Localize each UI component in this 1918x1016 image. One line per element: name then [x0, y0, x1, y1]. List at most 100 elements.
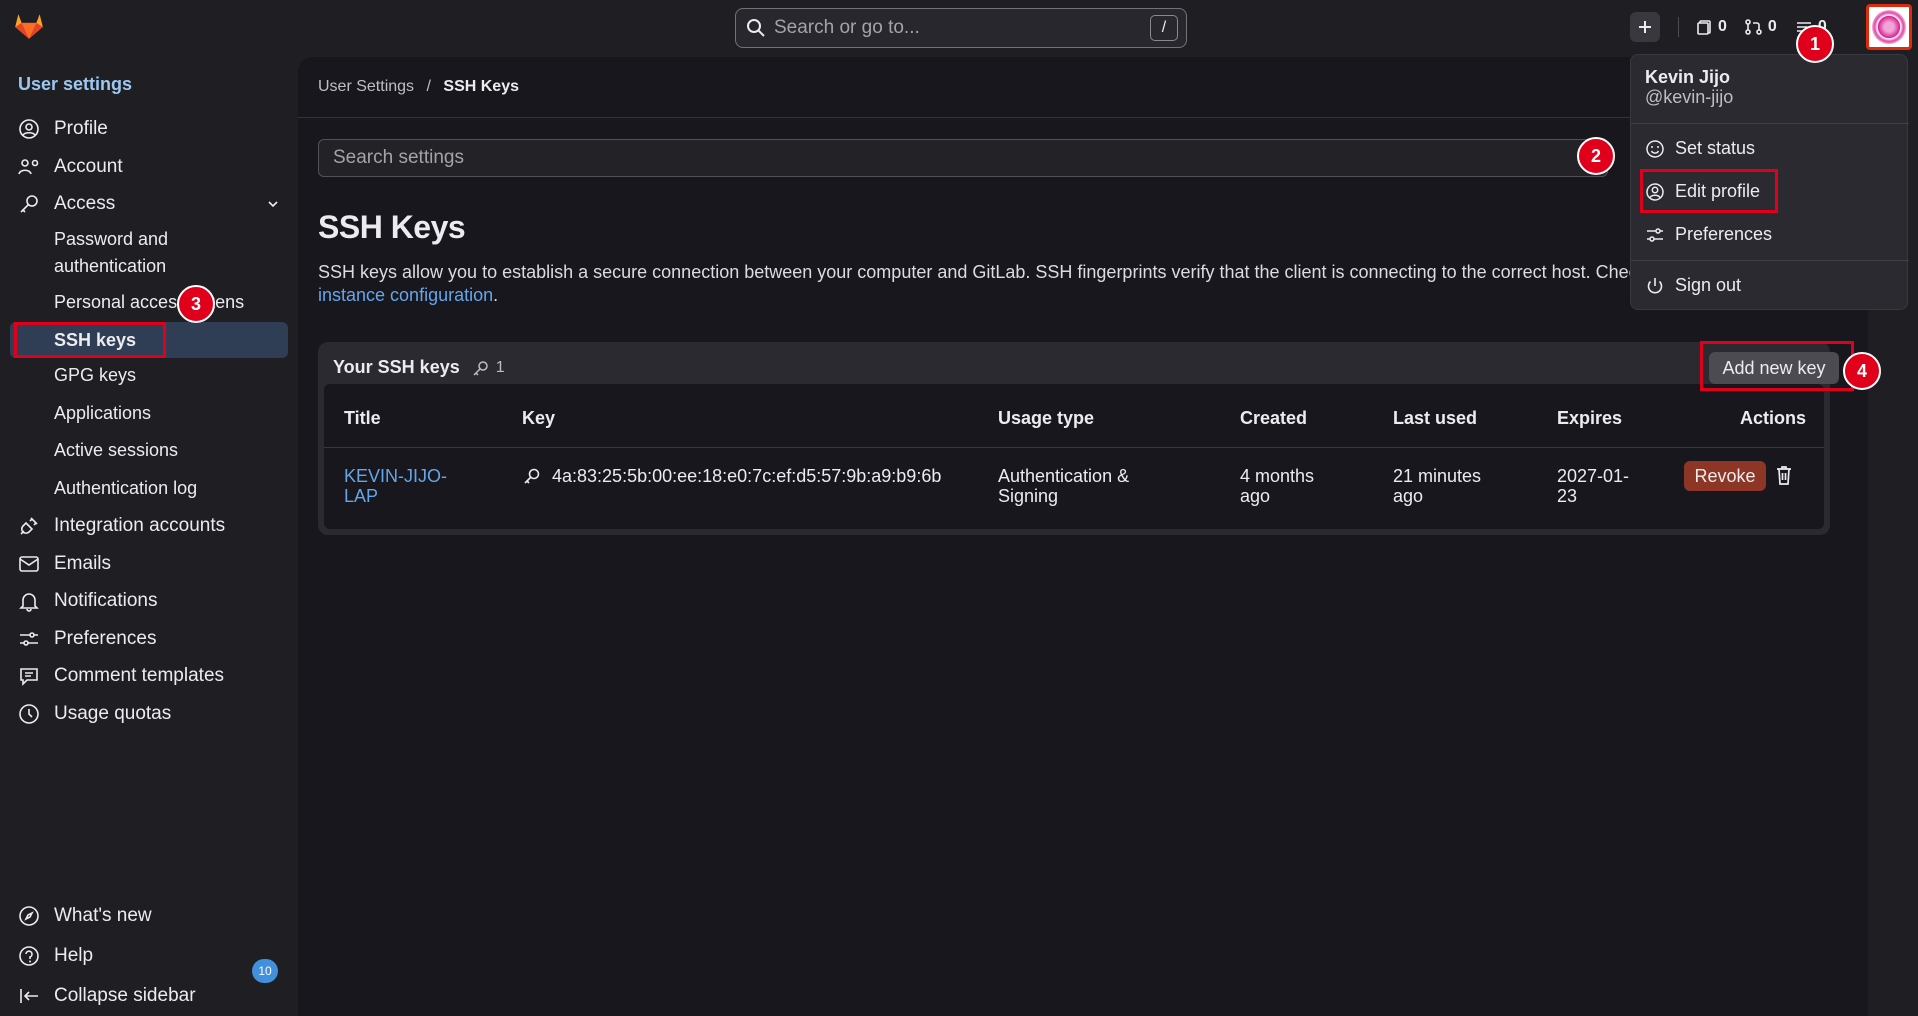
usage-type-line: Authentication & [998, 466, 1130, 486]
collapse-sidebar-icon [20, 989, 38, 1003]
help-icon [19, 946, 39, 966]
annotation-marker-2: 2 [1577, 137, 1615, 175]
mail-icon [19, 556, 39, 572]
merge-request-icon [1745, 19, 1762, 35]
table-header-key: Key [522, 408, 556, 428]
annotation-marker-1: 1 [1796, 25, 1834, 63]
compass-icon [19, 906, 39, 926]
sidebar-item-emails[interactable]: Emails [18, 553, 111, 575]
description-link-line: instance configuration. [318, 285, 498, 306]
ssh-keys-table: Title Key Usage type Created Last used E… [324, 384, 1824, 529]
expires-line: 23 [1557, 486, 1578, 506]
search-shortcut-key: / [1150, 15, 1178, 41]
sidebar-subitem-applications[interactable]: Applications [54, 400, 151, 427]
sidebar-item-usage-quotas[interactable]: Usage quotas [18, 703, 171, 725]
whats-new-count-badge: 10 [252, 959, 278, 983]
trash-icon[interactable] [1774, 464, 1794, 486]
user-menu-name[interactable]: Kevin Jijo [1645, 67, 1730, 88]
sidebar-item-comment-templates[interactable]: Comment templates [18, 665, 224, 687]
sidebar-item-account[interactable]: Account [18, 156, 123, 178]
sidebar-subitem-active-sessions[interactable]: Active sessions [54, 437, 178, 464]
whats-new-label: What's new [54, 905, 152, 926]
search-placeholder: Search or go to... [774, 17, 920, 38]
ssh-key-title-line: LAP [344, 486, 379, 506]
help-button[interactable]: Help [18, 945, 93, 967]
created-line: 4 months [1240, 466, 1315, 486]
whats-new-button[interactable]: What's new [18, 905, 152, 927]
sidebar-subitem-password[interactable]: Password and authentication [54, 226, 274, 280]
create-new-button[interactable] [1630, 12, 1660, 42]
expires-line: 2027-01- [1557, 466, 1630, 486]
gitlab-logo-icon[interactable] [12, 8, 46, 42]
ssh-keys-card: Your SSH keys 1 Add new key Title Key Us… [318, 341, 1854, 535]
merge-requests-count: 0 [1767, 18, 1777, 35]
last-used-line: ago [1393, 486, 1424, 506]
sidebar-item-label: Comment templates [54, 665, 225, 686]
sidebar-item-label: Notifications [54, 590, 158, 611]
revoke-button[interactable]: Revoke [1684, 461, 1766, 491]
table-header-expires: Expires [1557, 408, 1623, 428]
sidebar-item-label: Profile [54, 118, 108, 139]
last-used-line: 21 minutes [1393, 466, 1482, 486]
annotation-box-ssh-keys [14, 322, 166, 358]
avatar-image [1872, 10, 1906, 44]
user-avatar-button[interactable] [1866, 4, 1912, 50]
smiley-icon [1646, 139, 1664, 158]
issues-counter[interactable]: 0 [1697, 18, 1727, 36]
page-description: SSH keys allow you to establish a secure… [318, 262, 1638, 282]
instance-configuration-link[interactable]: instance configuration [318, 285, 493, 305]
ssh-key-count-value: 1 [495, 358, 505, 376]
breadcrumb-user-settings[interactable]: User Settings [318, 78, 414, 95]
settings-search-input[interactable]: Search settings [318, 139, 1608, 177]
merge-requests-counter[interactable]: 0 [1745, 18, 1777, 36]
power-icon [1647, 277, 1663, 293]
quota-icon [19, 704, 39, 724]
breadcrumb: User Settings / SSH Keys [318, 78, 519, 96]
sidebar-subitem-authentication-log[interactable]: Authentication log [54, 475, 197, 502]
sidebar-subitem-personal-access-tokens[interactable]: Personal access tokens [54, 289, 244, 316]
divider [1631, 123, 1909, 124]
search-icon [747, 19, 765, 37]
sidebar-item-profile[interactable]: Profile [18, 118, 108, 140]
collapse-sidebar-button[interactable]: Collapse sidebar [18, 985, 196, 1007]
table-header-title: Title [344, 408, 381, 428]
plug-icon [20, 517, 38, 535]
sidebar-item-label: Preferences [54, 628, 157, 649]
key-icon [524, 468, 540, 484]
sidebar-title: User settings [18, 74, 133, 94]
divider [1678, 17, 1679, 37]
ssh-key-usage-type: Authentication & Signing [998, 466, 1129, 506]
sidebar-item-access[interactable]: Access [18, 193, 280, 215]
breadcrumb-current: SSH Keys [443, 78, 519, 95]
key-icon [20, 195, 38, 213]
top-bar: Search or go to... / 0 0 0 [0, 0, 1918, 54]
divider [324, 447, 1824, 448]
card-header: Your SSH keys 1 [333, 357, 505, 378]
ssh-key-created: 4 months ago [1240, 466, 1314, 506]
sidebar-subitem-gpg-keys[interactable]: GPG keys [54, 362, 136, 389]
bell-icon [19, 593, 39, 612]
preferences-menu-item[interactable]: Preferences [1645, 224, 1772, 245]
ssh-key-count: 1 [472, 359, 505, 377]
sidebar: User settings Profile Account Access Pas… [0, 54, 298, 1016]
ssh-key-fingerprint-value: 4a:83:25:5b:00:ee:18:e0:7c:ef:d5:57:9b:a… [552, 466, 942, 486]
global-search-input[interactable]: Search or go to... / [735, 8, 1187, 48]
sidebar-item-notifications[interactable]: Notifications [18, 590, 158, 612]
created-line: ago [1240, 486, 1271, 506]
divider [1631, 260, 1909, 261]
ssh-key-last-used: 21 minutes ago [1393, 466, 1481, 506]
chevron-down-icon [268, 201, 278, 208]
ssh-key-title-line: KEVIN-JIJO- [344, 466, 448, 486]
sidebar-item-label: Integration accounts [54, 515, 226, 536]
set-status-menu-item[interactable]: Set status [1645, 138, 1755, 159]
annotation-box-add-new-key [1700, 341, 1854, 391]
ssh-key-title-link[interactable]: KEVIN-JIJO- LAP [344, 466, 447, 506]
breadcrumb-separator: / [426, 78, 431, 95]
table-header-created: Created [1240, 408, 1308, 428]
set-status-label: Set status [1675, 138, 1756, 158]
sidebar-item-label: Usage quotas [54, 703, 172, 724]
sidebar-item-preferences[interactable]: Preferences [18, 628, 156, 650]
sidebar-item-integration-accounts[interactable]: Integration accounts [18, 515, 225, 537]
table-header-usage-type: Usage type [998, 408, 1095, 428]
sign-out-menu-item[interactable]: Sign out [1645, 275, 1741, 296]
